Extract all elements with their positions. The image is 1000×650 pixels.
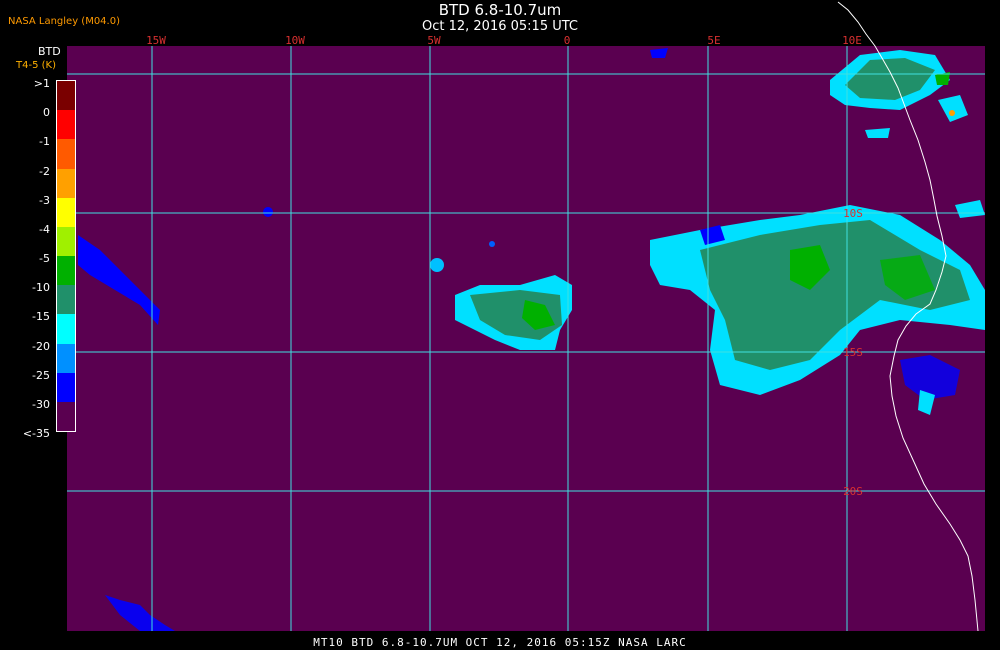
lat-label-10s: 10S [843,207,863,220]
legend-label: >1 [33,77,50,90]
satellite-map: 15W 10W 5W 0 5E 10E 10S 15S 20S [67,1,985,632]
legend-label: -20 [32,339,50,353]
lon-label-5e: 5E [707,34,720,47]
legend-label: -1 [39,135,50,149]
longitude-labels: 15W 10W 5W 0 5E 10E [146,34,862,47]
legend-swatch [57,81,75,111]
lon-label-10w: 10W [285,34,305,47]
lon-label-10e: 10E [842,34,862,47]
legend-label: -2 [39,164,50,178]
legend-title: BTD [38,45,61,58]
legend-swatch [57,110,75,140]
legend-swatch [57,314,75,344]
lon-label-0: 0 [564,34,571,47]
legend-swatch [57,372,75,402]
lon-label-5w: 5W [427,34,441,47]
legend-label: -5 [39,252,50,265]
legend-label: -3 [39,193,50,207]
legend-colorbar [56,80,76,432]
lat-label-20s: 20S [843,485,863,498]
legend-label: -15 [32,310,50,324]
legend-swatch [57,285,75,315]
legend-swatch [57,139,75,169]
legend-label: 0 [43,106,50,120]
legend-label: -25 [32,368,50,382]
legend-label: -30 [32,397,50,411]
lon-label-15w: 15W [146,34,166,47]
legend-swatch [57,343,75,373]
lat-label-15s: 15S [843,346,863,359]
legend-label: <-35 [22,427,50,440]
legend-swatch [57,197,75,227]
footer-caption: MT10 BTD 6.8-10.7UM OCT 12, 2016 05:15Z … [313,636,687,649]
legend-swatch [57,401,75,432]
legend-swatch [57,168,75,198]
legend-label: -4 [39,222,50,236]
legend-units: T4-5 (K) [16,60,56,71]
legend-swatch [57,256,75,286]
legend-swatch [57,226,75,257]
legend-label: -10 [32,281,50,295]
